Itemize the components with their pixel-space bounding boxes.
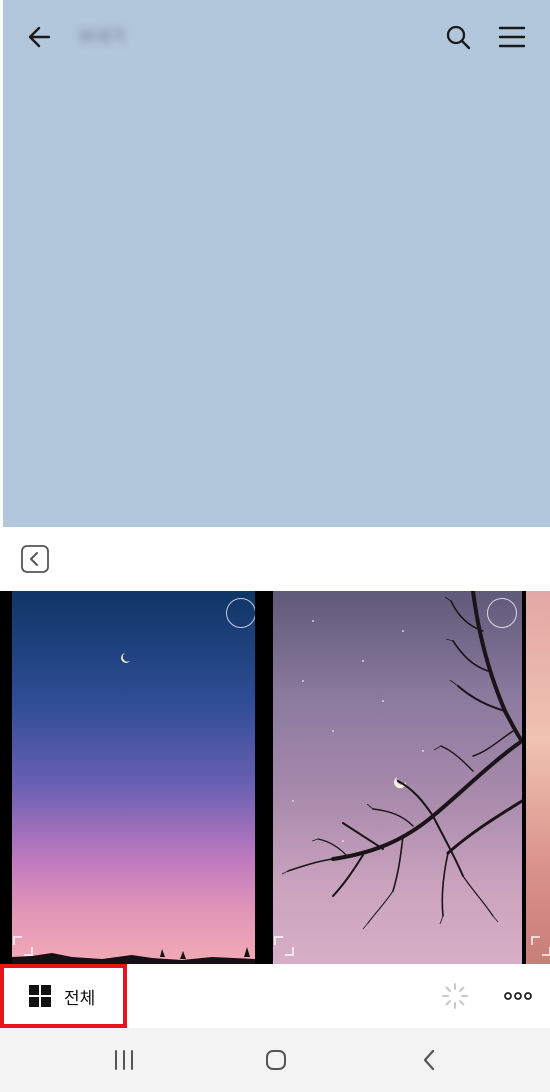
dusk-crescent-moon-photo[interactable] bbox=[12, 591, 255, 964]
view-all-button[interactable]: 전체 bbox=[0, 964, 127, 1028]
tree-silhouette-night-sky-photo[interactable] bbox=[273, 591, 522, 964]
expand-icon[interactable] bbox=[273, 935, 295, 957]
chevron-left-box-icon bbox=[21, 545, 49, 573]
gallery-header bbox=[0, 527, 550, 591]
back-button[interactable] bbox=[20, 17, 60, 57]
home-button[interactable] bbox=[256, 1042, 296, 1078]
more-options-button[interactable] bbox=[500, 978, 536, 1014]
select-photo-circle[interactable] bbox=[487, 598, 517, 628]
nav-back-button[interactable] bbox=[410, 1042, 450, 1078]
select-photo-circle[interactable] bbox=[226, 598, 255, 628]
system-navigation-bar bbox=[0, 1028, 550, 1092]
hamburger-menu-icon bbox=[498, 26, 526, 48]
collapse-gallery-button[interactable] bbox=[20, 544, 50, 574]
loading-spinner-icon bbox=[442, 983, 468, 1009]
chat-preview-area bbox=[3, 0, 550, 527]
nav-back-icon bbox=[423, 1049, 435, 1071]
search-icon bbox=[446, 25, 471, 50]
recent-apps-button[interactable] bbox=[104, 1042, 144, 1078]
view-all-label: 전체 bbox=[64, 988, 96, 1009]
expand-icon[interactable] bbox=[12, 935, 34, 957]
recent-apps-icon bbox=[115, 1050, 133, 1070]
arrow-left-icon bbox=[28, 26, 51, 48]
pink-partial-photo[interactable] bbox=[526, 591, 550, 964]
gallery-toolbar: 전체 bbox=[0, 964, 550, 1028]
menu-button[interactable] bbox=[492, 17, 532, 57]
search-button[interactable] bbox=[438, 17, 478, 57]
top-bar: 보내기 bbox=[0, 0, 550, 74]
chat-title: 보내기 bbox=[78, 27, 125, 47]
home-icon bbox=[266, 1050, 286, 1070]
expand-icon[interactable] bbox=[530, 935, 550, 957]
grid-icon bbox=[29, 985, 51, 1007]
loading-indicator bbox=[437, 978, 473, 1014]
photo-strip[interactable] bbox=[0, 591, 550, 964]
more-dots-icon bbox=[504, 992, 532, 1000]
